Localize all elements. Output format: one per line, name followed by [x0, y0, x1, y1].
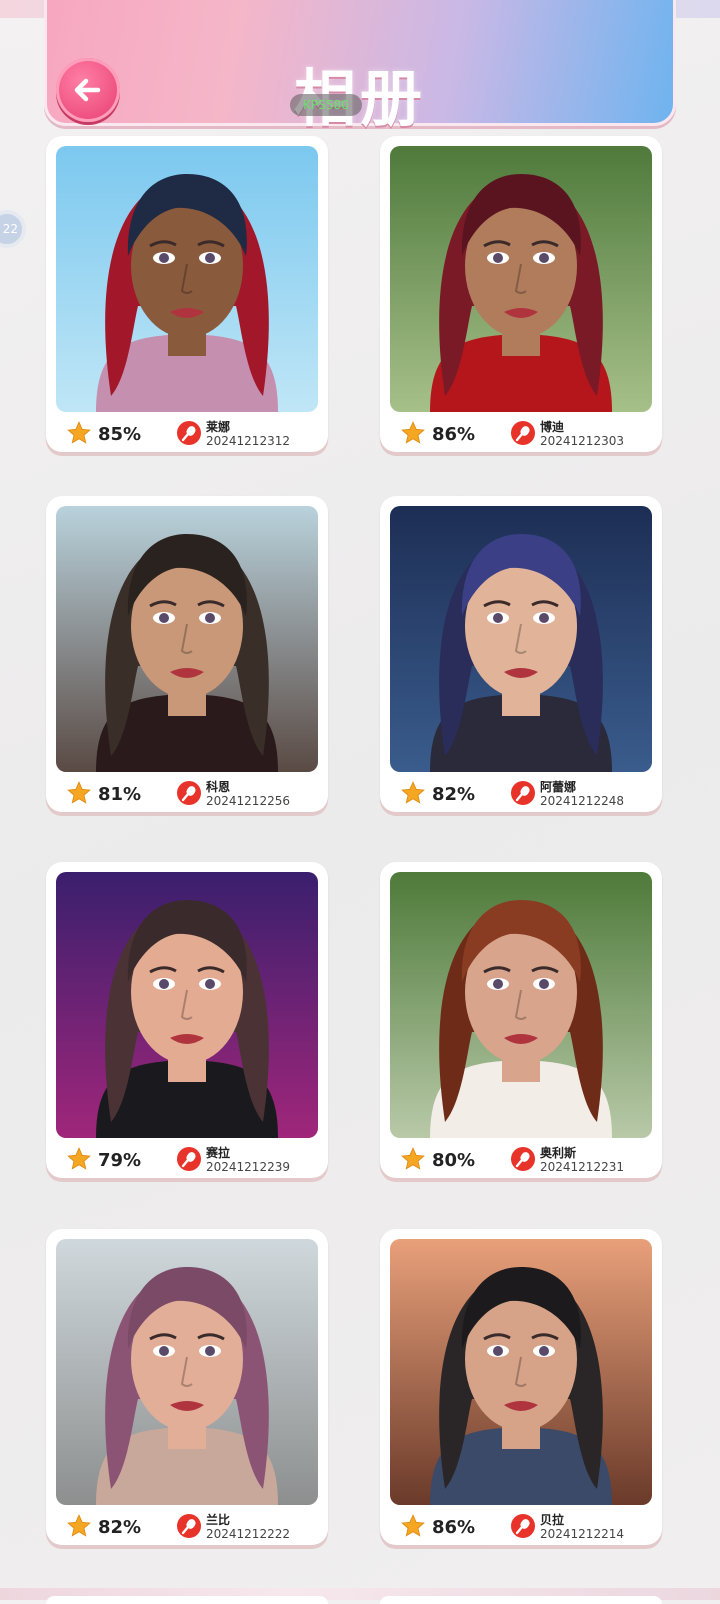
score-value: 81%	[98, 784, 142, 805]
score-value: 86%	[432, 424, 476, 445]
star-icon	[67, 781, 91, 804]
microphone-icon	[177, 1514, 201, 1538]
score-value: 82%	[432, 784, 476, 805]
entry-id: 20241212239	[206, 1160, 290, 1174]
entry-id: 20241212312	[206, 434, 290, 448]
album-card[interactable]: 86% 博迪 20241212303	[380, 136, 662, 452]
character-name: 兰比	[206, 1513, 231, 1527]
star-icon	[401, 421, 425, 444]
star-icon	[401, 781, 425, 804]
microphone-icon	[511, 781, 535, 805]
star-icon	[401, 1147, 425, 1170]
microphone-icon	[511, 1147, 535, 1171]
entry-id: 20241212222	[206, 1527, 290, 1541]
portrait-image[interactable]	[56, 506, 318, 772]
entry-id: 20241212248	[540, 794, 624, 808]
version-badge: KPS580	[290, 94, 362, 116]
character-name: 奥利斯	[540, 1146, 577, 1160]
microphone-icon	[177, 421, 201, 445]
entry-id: 20241212214	[540, 1527, 624, 1541]
entry-id: 20241212303	[540, 434, 624, 448]
microphone-icon	[177, 1147, 201, 1171]
score-value: 80%	[432, 1150, 476, 1171]
character-name: 科恩	[206, 780, 231, 794]
score-value: 85%	[98, 424, 142, 445]
character-name: 贝拉	[540, 1513, 565, 1527]
entry-id: 20241212231	[540, 1160, 624, 1174]
character-name: 莱娜	[206, 420, 231, 434]
star-icon	[67, 1147, 91, 1170]
entry-id: 20241212256	[206, 794, 290, 808]
character-name: 阿蕾娜	[540, 780, 577, 794]
microphone-icon	[511, 421, 535, 445]
score-value: 79%	[98, 1150, 142, 1171]
album-card[interactable]: 81% 科恩 20241212256	[46, 496, 328, 812]
portrait-image[interactable]	[56, 1239, 318, 1505]
portrait-image[interactable]	[390, 146, 652, 412]
score-value: 82%	[98, 1517, 142, 1538]
portrait-image[interactable]	[56, 872, 318, 1138]
star-icon	[67, 421, 91, 444]
microphone-icon	[511, 1514, 535, 1538]
portrait-image[interactable]	[56, 146, 318, 412]
portrait-image[interactable]	[390, 506, 652, 772]
microphone-icon	[177, 781, 201, 805]
portrait-image[interactable]	[390, 872, 652, 1138]
album-card[interactable]: 85% 莱娜 20241212312	[46, 136, 328, 452]
page-title: 相册	[0, 48, 720, 138]
album-card[interactable]: 79% 赛拉 20241212239	[46, 862, 328, 1178]
star-icon	[67, 1514, 91, 1537]
character-name: 博迪	[540, 420, 565, 434]
score-value: 86%	[432, 1517, 476, 1538]
star-icon	[401, 1514, 425, 1537]
character-name: 赛拉	[206, 1146, 231, 1160]
portrait-image[interactable]	[390, 1239, 652, 1505]
next-row-peek	[0, 1588, 720, 1604]
floating-bubble[interactable]: 22	[0, 210, 26, 248]
album-card[interactable]: 80% 奥利斯 20241212231	[380, 862, 662, 1178]
album-card[interactable]: 82% 兰比 20241212222	[46, 1229, 328, 1545]
album-card[interactable]: 82% 阿蕾娜 20241212248	[380, 496, 662, 812]
album-card[interactable]: 86% 贝拉 20241212214	[380, 1229, 662, 1545]
